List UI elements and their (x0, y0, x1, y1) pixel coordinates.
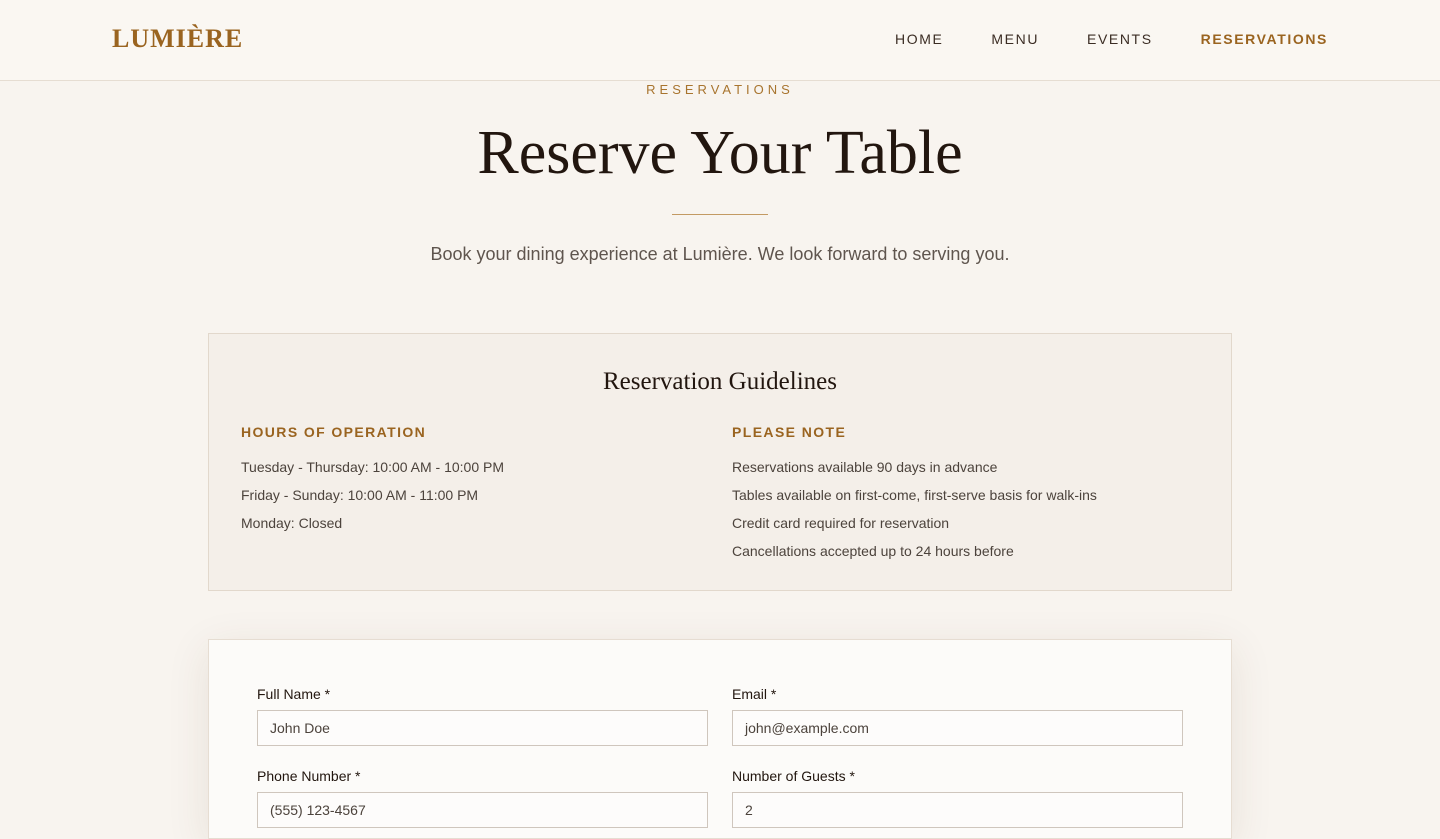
guests-label: Number of Guests * (732, 768, 855, 784)
note-column: PLEASE NOTE Reservations available 90 da… (732, 424, 1097, 565)
hours-item: Monday: Closed (241, 515, 343, 531)
hours-item: Friday - Sunday: 10:00 AM - 11:00 PM (241, 487, 479, 503)
note-item: Credit card required for reservation (732, 515, 950, 531)
email-label: Email * (732, 686, 777, 702)
nav-menu[interactable]: MENU (991, 31, 1039, 47)
title-divider (672, 214, 768, 215)
hero-eyebrow: RESERVATIONS (646, 82, 794, 97)
hours-heading: HOURS OF OPERATION (241, 424, 427, 440)
hours-column: HOURS OF OPERATION Tuesday - Thursday: 1… (241, 424, 504, 537)
note-item: Tables available on first-come, first-se… (732, 487, 1097, 503)
nav-home[interactable]: HOME (895, 31, 943, 47)
phone-input[interactable]: (555) 123-4567 (257, 792, 708, 828)
site-header: LUMIÈRE HOME MENU EVENTS RESERVATIONS (0, 0, 1440, 81)
guidelines-title: Reservation Guidelines (603, 368, 837, 395)
nav-reservations[interactable]: RESERVATIONS (1201, 31, 1328, 47)
phone-label: Phone Number * (257, 768, 361, 784)
full-name-group: Full Name * John Doe (257, 686, 708, 746)
email-group: Email * john@example.com (732, 686, 1183, 746)
email-input[interactable]: john@example.com (732, 710, 1183, 746)
reservation-form: Full Name * John Doe Email * john@exampl… (208, 639, 1232, 839)
page-title: Reserve Your Table (477, 119, 963, 187)
note-item: Reservations available 90 days in advanc… (732, 459, 998, 475)
phone-group: Phone Number * (555) 123-4567 (257, 768, 708, 828)
main-nav: HOME MENU EVENTS RESERVATIONS (895, 31, 1328, 47)
hours-item: Tuesday - Thursday: 10:00 AM - 10:00 PM (241, 459, 505, 475)
guests-group: Number of Guests * 2 (732, 768, 1183, 828)
reservation-guidelines: Reservation Guidelines HOURS OF OPERATIO… (208, 333, 1232, 591)
note-item: Cancellations accepted up to 24 hours be… (732, 543, 1014, 559)
note-heading: PLEASE NOTE (732, 424, 847, 440)
full-name-input[interactable]: John Doe (257, 710, 708, 746)
guests-input[interactable]: 2 (732, 792, 1183, 828)
nav-events[interactable]: EVENTS (1087, 31, 1153, 47)
full-name-label: Full Name * (257, 686, 331, 702)
logo[interactable]: LUMIÈRE (112, 24, 243, 54)
hero-subtitle: Book your dining experience at Lumière. … (430, 244, 1010, 264)
